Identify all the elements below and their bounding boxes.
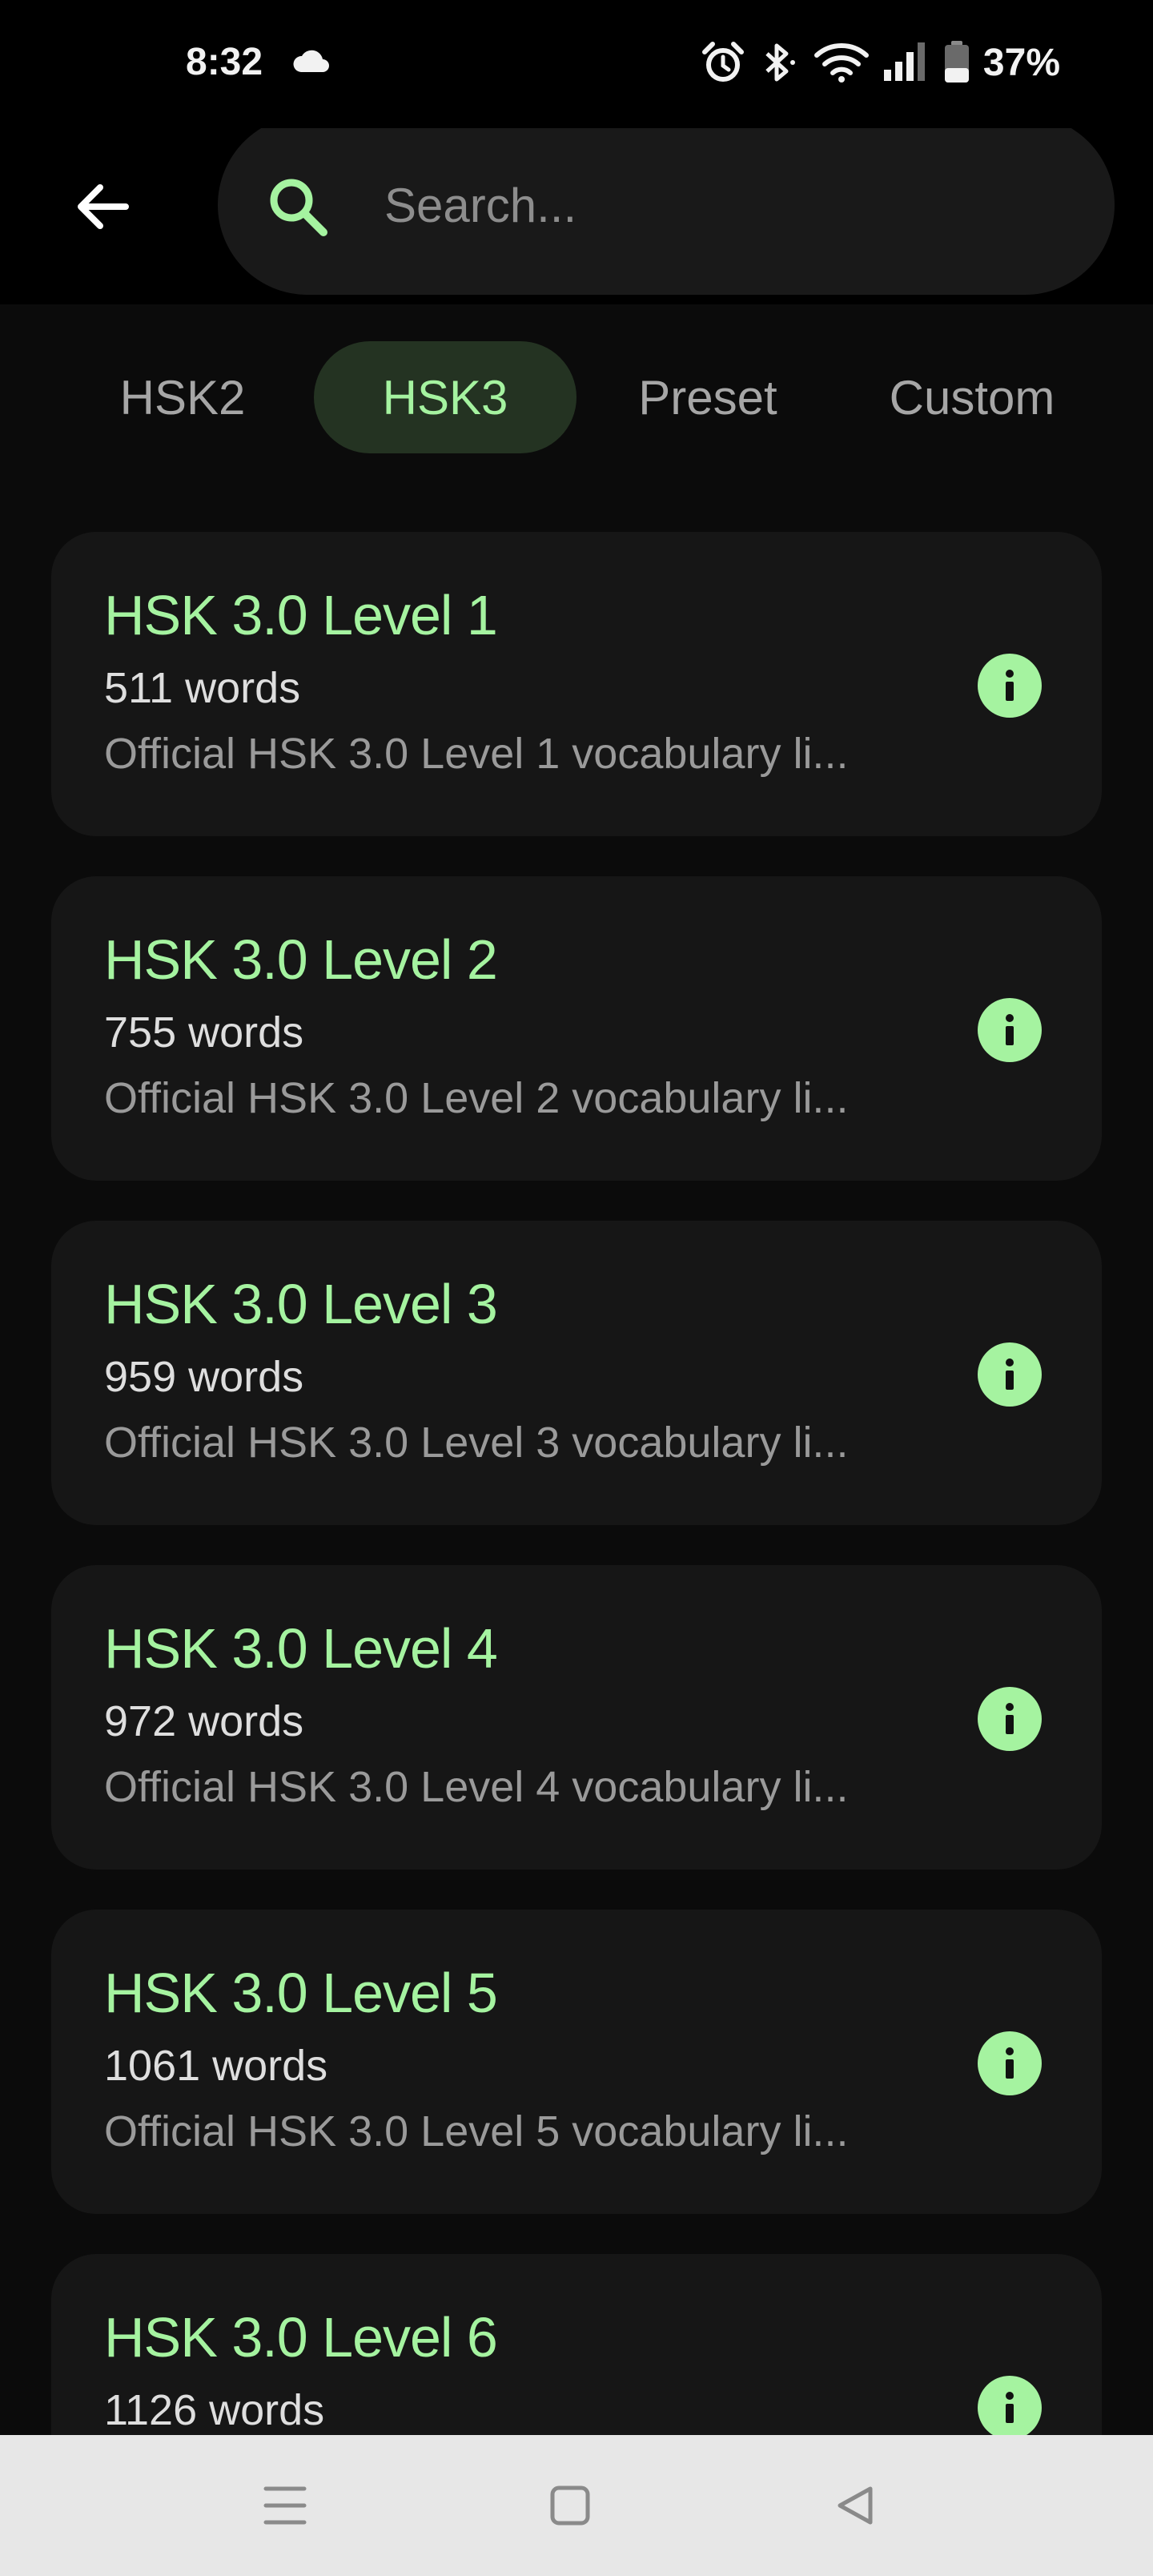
- search-icon: [270, 179, 327, 236]
- info-icon: [1006, 1014, 1014, 1045]
- info-button[interactable]: [978, 2376, 1042, 2440]
- list-card[interactable]: HSK 3.0 Level 3 959 words Official HSK 3…: [51, 1221, 1102, 1525]
- battery-icon: [944, 41, 969, 83]
- home-button[interactable]: [538, 2477, 602, 2534]
- info-icon: [1006, 1703, 1014, 1734]
- list-card[interactable]: HSK 3.0 Level 2 755 words Official HSK 3…: [51, 876, 1102, 1181]
- info-icon: [1006, 1358, 1014, 1390]
- card-description: Official HSK 3.0 Level 5 vocabulary li..…: [104, 2107, 849, 2155]
- list-card[interactable]: HSK 3.0 Level 4 972 words Official HSK 3…: [51, 1565, 1102, 1870]
- card-title: HSK 3.0 Level 2: [104, 928, 498, 991]
- battery-percent: 37%: [982, 41, 1060, 84]
- card-word-count: 1126 words: [104, 2386, 325, 2434]
- system-nav-bar: [0, 2435, 1153, 2576]
- card-word-count: 959 words: [104, 1353, 304, 1401]
- info-button[interactable]: [978, 998, 1042, 1062]
- card-description: Official HSK 3.0 Level 1 vocabulary li..…: [104, 730, 849, 778]
- status-time: 8:32: [186, 41, 263, 83]
- card-word-count: 972 words: [104, 1697, 304, 1745]
- arrow-left-icon: [78, 184, 129, 229]
- back-triangle-icon: [838, 2486, 873, 2525]
- card-title: HSK 3.0 Level 3: [104, 1273, 498, 1335]
- menu-icon: [263, 2486, 307, 2525]
- search-bar[interactable]: [218, 115, 1115, 295]
- info-icon: [1006, 2047, 1014, 2079]
- tab-bar: HSK2 HSK3 Preset Custom: [0, 336, 1153, 457]
- recents-button[interactable]: [253, 2477, 317, 2534]
- info-icon: [1006, 2392, 1014, 2423]
- card-description: Official HSK 3.0 Level 3 vocabulary li..…: [104, 1419, 849, 1467]
- card-title: HSK 3.0 Level 5: [104, 1962, 498, 2024]
- status-icons: 37%: [701, 38, 1060, 87]
- info-button[interactable]: [978, 1342, 1042, 1407]
- info-button[interactable]: [978, 654, 1042, 718]
- signal-icon: [883, 42, 925, 81]
- alarm-icon: [701, 42, 744, 82]
- tab-custom[interactable]: Custom: [866, 341, 1078, 453]
- info-button[interactable]: [978, 1687, 1042, 1751]
- status-bar: 8:32 37%: [0, 0, 1153, 128]
- list-card[interactable]: HSK 3.0 Level 5 1061 words Official HSK …: [51, 1910, 1102, 2214]
- cloud-icon: [293, 50, 329, 72]
- info-button[interactable]: [978, 2031, 1042, 2095]
- bluetooth-icon: [765, 43, 795, 82]
- tab-hsk3[interactable]: HSK3: [314, 341, 576, 453]
- card-word-count: 1061 words: [104, 2042, 328, 2090]
- wifi-icon: [814, 43, 869, 83]
- list-card[interactable]: HSK 3.0 Level 1 511 words Official HSK 3…: [51, 532, 1102, 836]
- card-title: HSK 3.0 Level 6: [104, 2306, 498, 2369]
- card-title: HSK 3.0 Level 4: [104, 1617, 498, 1680]
- card-description: Official HSK 3.0 Level 4 vocabulary li..…: [104, 1763, 849, 1811]
- card-word-count: 511 words: [104, 664, 301, 712]
- card-word-count: 755 words: [104, 1008, 304, 1057]
- card-description: Official HSK 3.0 Level 2 vocabulary li..…: [104, 1074, 849, 1122]
- info-icon: [1006, 670, 1014, 701]
- back-button[interactable]: [64, 168, 141, 245]
- screen: HSK 3.0 Level 1 511 words Official HSK 3…: [0, 0, 1153, 2576]
- tab-hsk2[interactable]: HSK2: [96, 341, 269, 453]
- card-title: HSK 3.0 Level 1: [104, 584, 498, 646]
- search-input[interactable]: [384, 155, 1073, 255]
- back-nav-button[interactable]: [823, 2477, 887, 2534]
- home-square-icon: [550, 2485, 590, 2526]
- tab-preset[interactable]: Preset: [612, 341, 804, 453]
